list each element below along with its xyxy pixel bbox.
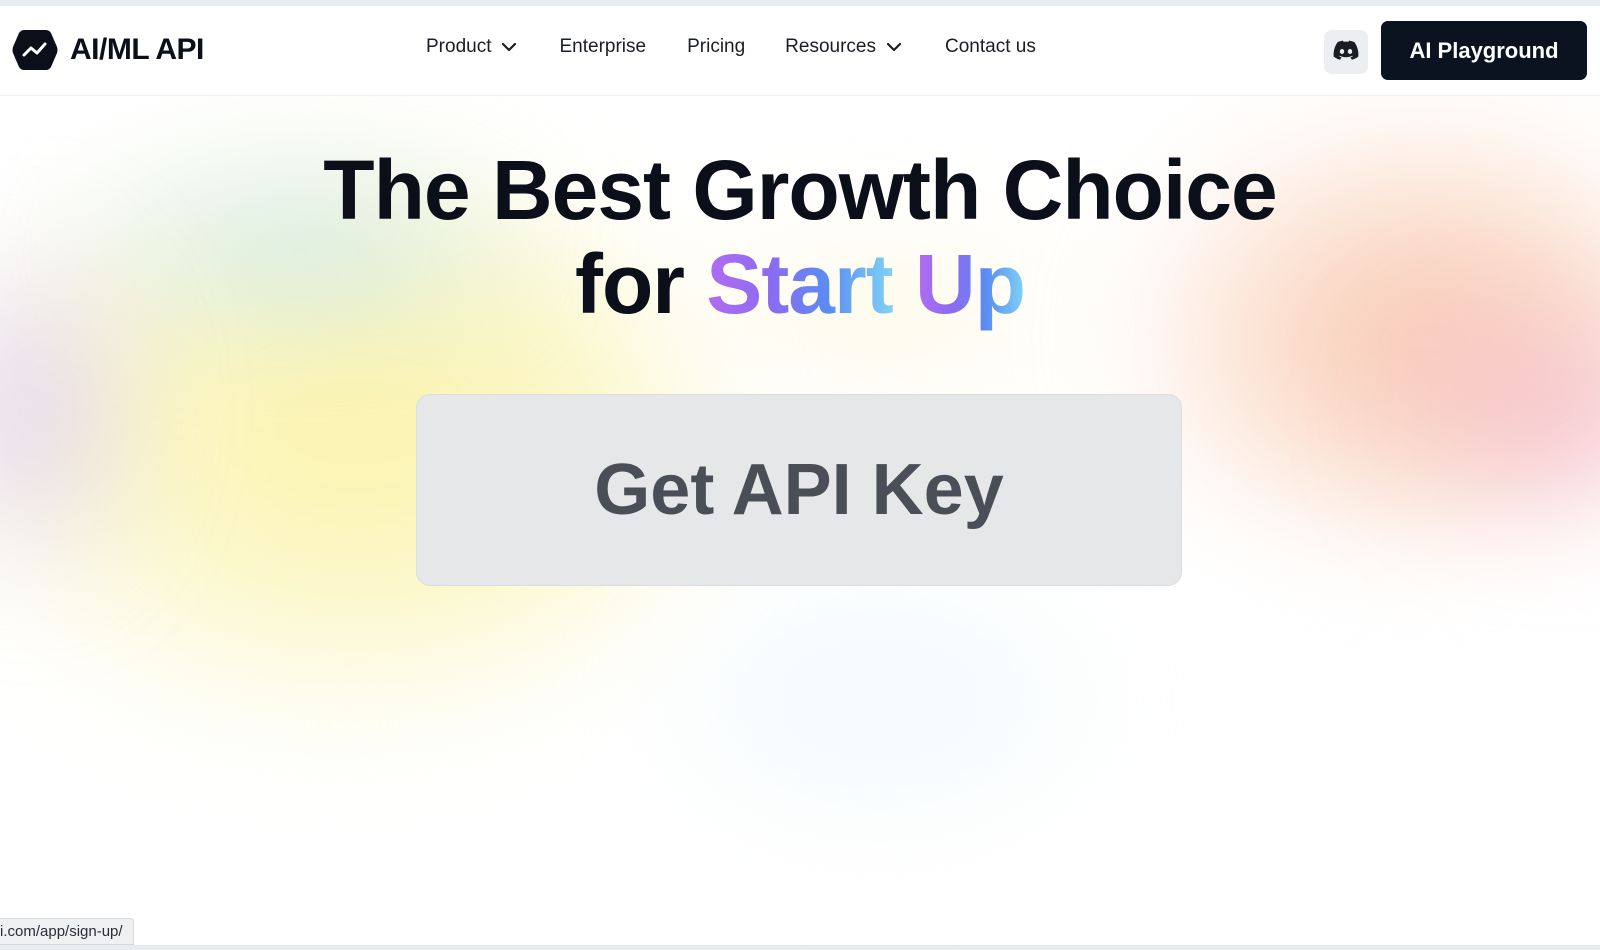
hero-line2-prefix: for: [574, 237, 707, 331]
status-url-tooltip: i.com/app/sign-up/: [0, 918, 134, 945]
ai-playground-label: AI Playground: [1409, 37, 1559, 63]
nav-pricing-label: Pricing: [687, 36, 746, 57]
discord-icon: [1333, 40, 1359, 65]
get-api-key-label: Get API Key: [594, 450, 1004, 530]
hero-title-line-1: The Best Growth Choice: [323, 143, 1277, 237]
nav-enterprise[interactable]: Enterprise: [559, 36, 646, 58]
main-nav: Product Enterprise Pricing Resources Con…: [426, 36, 1036, 58]
chart-hexagon-icon: [12, 28, 58, 72]
hero-line2-space: [893, 237, 915, 331]
nav-resources-label: Resources: [785, 36, 876, 57]
hero-highlight-start: Start: [706, 237, 893, 331]
nav-product-label: Product: [426, 36, 492, 57]
hero-highlight-up: Up: [915, 237, 1026, 331]
nav-product[interactable]: Product: [426, 36, 517, 58]
nav-resources[interactable]: Resources: [785, 36, 902, 58]
hero-title-line-2: for Start Up: [0, 236, 1600, 332]
nav-enterprise-label: Enterprise: [559, 36, 647, 57]
chevron-down-icon: [886, 36, 902, 58]
chevron-down-icon: [501, 36, 517, 58]
nav-contact-us[interactable]: Contact us: [945, 36, 1036, 58]
nav-pricing[interactable]: Pricing: [687, 36, 745, 58]
brand-logo-link[interactable]: AI/ML API: [12, 28, 204, 72]
brand-name: AI/ML API: [70, 33, 204, 66]
discord-button[interactable]: [1324, 30, 1368, 74]
get-api-key-button[interactable]: Get API Key: [416, 394, 1182, 586]
nav-contact-label: Contact us: [945, 36, 1036, 57]
bg-blob-light: [620, 560, 1140, 840]
page: AI/ML API Product Enterprise Pricing Res…: [0, 0, 1600, 950]
ai-playground-button[interactable]: AI Playground: [1381, 21, 1587, 80]
status-url-text: i.com/app/sign-up/: [0, 923, 123, 940]
site-header: AI/ML API Product Enterprise Pricing Res…: [0, 6, 1600, 96]
bg-blob-pink: [1380, 300, 1600, 520]
browser-bottom-edge: [0, 945, 1600, 950]
